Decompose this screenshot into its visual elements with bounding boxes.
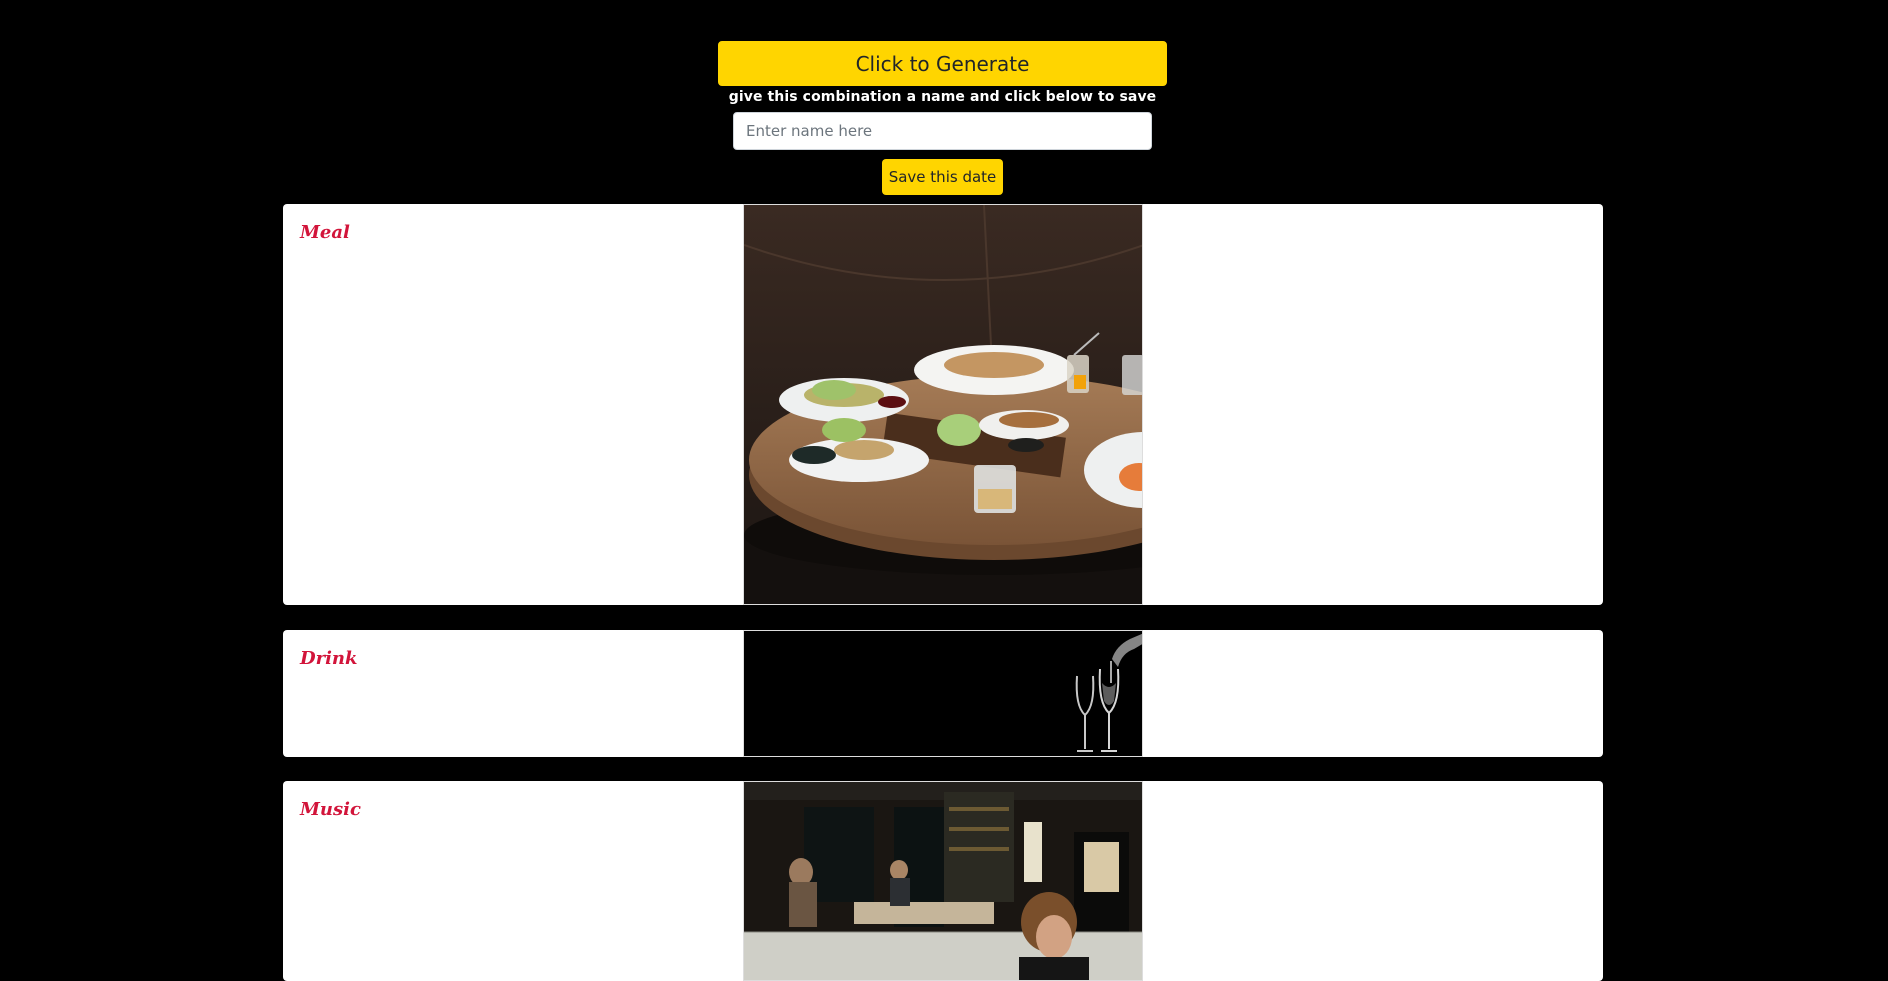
generator-header: Click to Generate give this combination … [0, 0, 1888, 204]
drink-image [743, 630, 1143, 757]
meal-card: Meal [283, 204, 1603, 605]
card-title: Meal [300, 222, 350, 243]
music-card: Music [283, 781, 1603, 981]
drink-card: Drink [283, 630, 1603, 757]
combination-name-input[interactable] [733, 112, 1152, 150]
card-title: Drink [300, 648, 358, 669]
meal-image [743, 204, 1143, 605]
music-image [743, 781, 1143, 981]
generate-button[interactable]: Click to Generate [718, 41, 1167, 86]
card-title: Music [300, 799, 361, 820]
save-date-button[interactable]: Save this date [882, 159, 1003, 195]
save-instructions: give this combination a name and click b… [728, 89, 1157, 105]
